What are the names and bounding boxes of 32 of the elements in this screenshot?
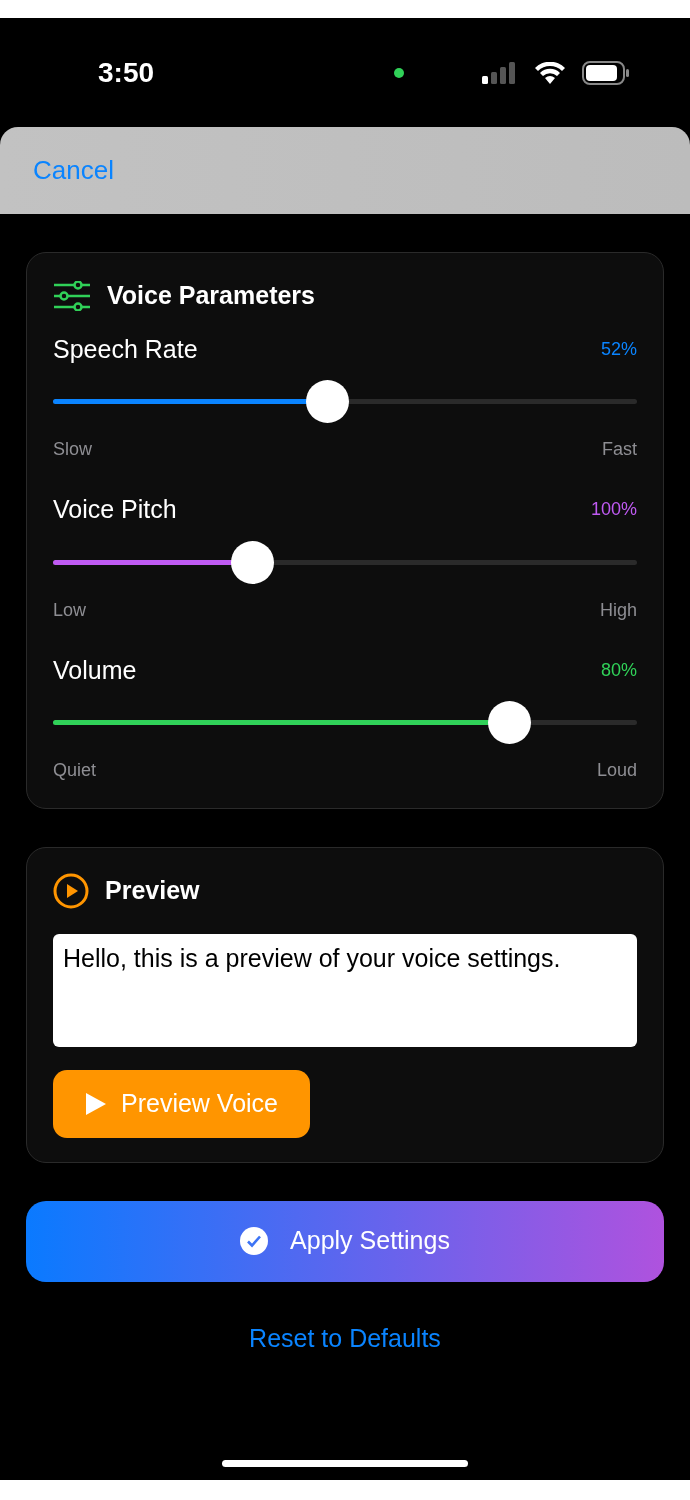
slider-min-label: Quiet [53,759,97,782]
slider-thumb[interactable] [230,540,274,584]
slider[interactable] [53,380,637,423]
sliders-icon [53,280,91,311]
slider-min-label: Low [53,598,87,622]
slider[interactable] [53,540,637,584]
preview-text-field[interactable]: Hello, this is a preview of your voice settings. [53,933,637,1047]
slider-thumb[interactable] [487,701,531,744]
play-icon [85,1091,107,1116]
camera-indicator-icon [394,67,405,78]
slider-value: 100% [590,498,637,522]
signal-icon [482,61,518,84]
wifi-icon [534,61,566,84]
slider-label: Voice Pitch [53,494,177,525]
battery-icon [582,60,630,85]
slider-label: Speech Rate [53,333,198,365]
slider-max-label: High [599,598,637,622]
apply-settings-button[interactable]: Apply Settings [26,1200,664,1282]
card-title: Preview [105,875,200,906]
reset-defaults-link[interactable]: Reset to Defaults [249,1323,441,1352]
card-title: Voice Parameters [107,280,315,311]
slider-thumb[interactable] [306,380,350,423]
slider-value: 80% [600,658,637,682]
checkmark-circle-icon [240,1227,269,1255]
slider-min-label: Slow [53,438,92,461]
status-time: 3:50 [98,55,155,90]
slider-max-label: Fast [602,438,637,461]
slider-value: 52% [600,337,637,361]
slider-max-label: Loud [596,759,637,782]
play-circle-icon [53,872,89,909]
slider[interactable] [53,701,637,744]
slider-label: Volume [53,654,137,686]
